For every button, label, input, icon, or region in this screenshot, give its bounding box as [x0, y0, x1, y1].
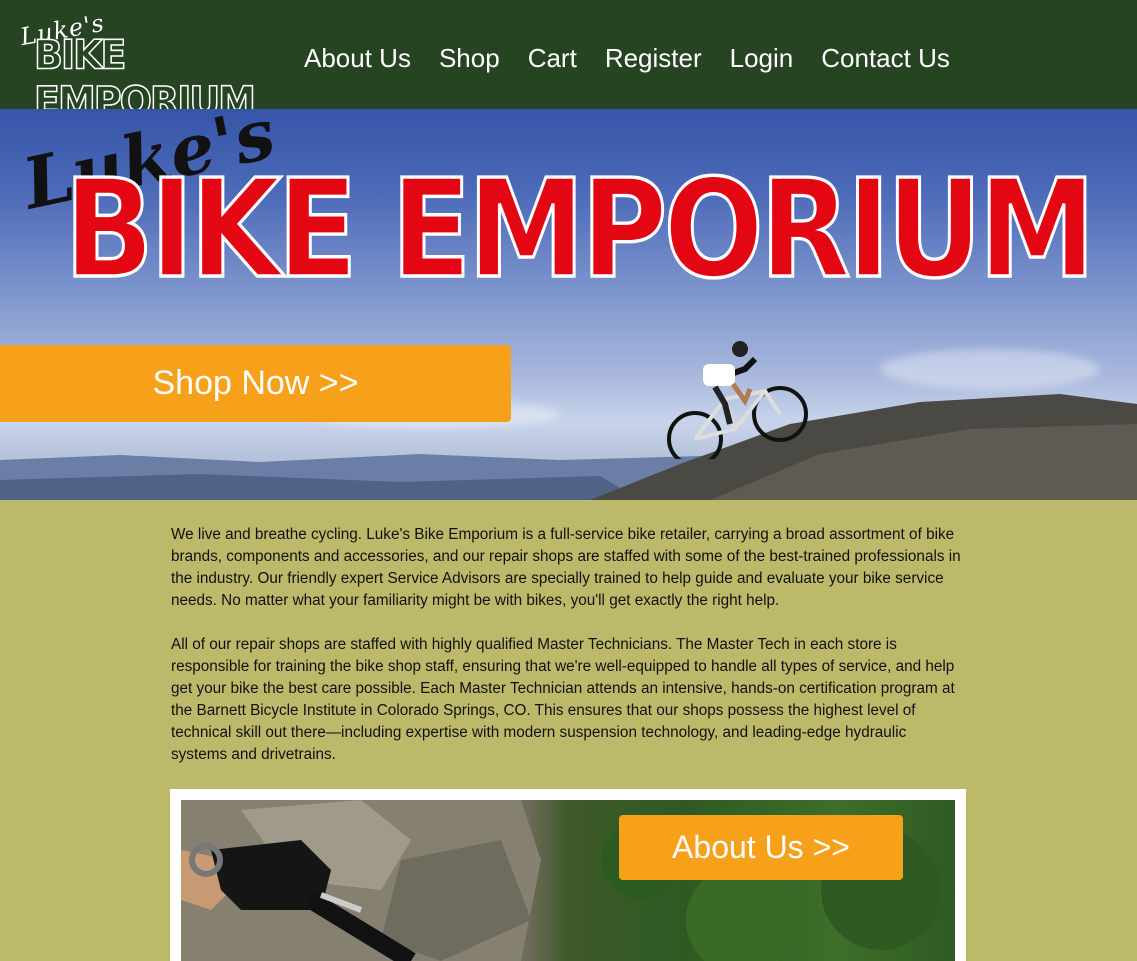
technicians-paragraph: All of our repair shops are staffed with… [171, 636, 955, 763]
intro-paragraph: We live and breathe cycling. Luke's Bike… [171, 526, 961, 609]
site-logo[interactable]: Luke's BIKE EMPORIUM [18, 9, 270, 125]
nav-login[interactable]: Login [730, 42, 794, 74]
nav-contact-us[interactable]: Contact Us [821, 42, 950, 74]
cyclist-illustration [667, 341, 808, 459]
hero-cloud [880, 349, 1100, 389]
nav-about-us[interactable]: About Us [304, 42, 411, 74]
about-us-button[interactable]: About Us >> [619, 815, 903, 880]
nav-register[interactable]: Register [605, 42, 702, 74]
main-menu: About Us Shop Cart Register Login Contac… [304, 42, 978, 74]
hero-logo-block: BIKE EMPORIUM [63, 149, 1098, 309]
nav-shop[interactable]: Shop [439, 42, 500, 74]
intro-content: We live and breathe cycling. Luke's Bike… [171, 524, 966, 788]
hero-banner: Luke's BIKE EMPORIUM Shop Now >> [0, 109, 1137, 500]
nav-cart[interactable]: Cart [528, 42, 577, 74]
shop-now-button[interactable]: Shop Now >> [0, 345, 511, 422]
top-nav: Luke's BIKE EMPORIUM About Us Shop Cart … [0, 0, 1137, 125]
